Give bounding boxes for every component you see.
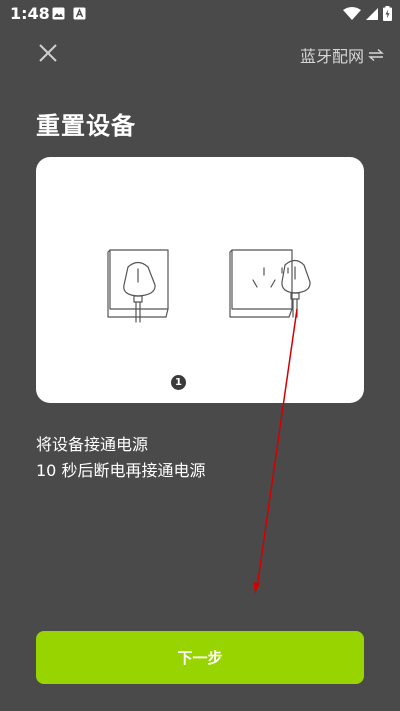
- status-bar: 1:48: [0, 0, 400, 28]
- page-title: 重置设备: [36, 112, 136, 140]
- instruction-line: 将设备接通电源: [36, 435, 149, 454]
- close-icon: [39, 44, 57, 62]
- bluetooth-pairing-link[interactable]: 蓝牙配网: [300, 43, 384, 67]
- step-indicator: 1: [171, 375, 186, 390]
- app-icon: [73, 7, 86, 20]
- battery-icon: [383, 6, 392, 21]
- illustration-card: 1: [36, 157, 364, 403]
- wifi-icon: [343, 6, 361, 20]
- status-right-icons: [343, 6, 392, 21]
- bluetooth-pairing-label: 蓝牙配网: [299, 47, 364, 66]
- next-step-button[interactable]: 下一步: [36, 631, 364, 684]
- signal-icon: [366, 7, 378, 20]
- swap-icon: [368, 48, 384, 62]
- power-plug-illustration: [107, 249, 311, 323]
- image-icon: [52, 7, 65, 20]
- status-time: 1:48: [10, 4, 50, 23]
- instruction-line: 10 秒后断电再接通电源: [36, 461, 206, 480]
- status-left-icons: [52, 7, 86, 20]
- close-button[interactable]: [33, 38, 63, 68]
- instructions: 将设备接通电源 10 秒后断电再接通电源: [36, 432, 205, 484]
